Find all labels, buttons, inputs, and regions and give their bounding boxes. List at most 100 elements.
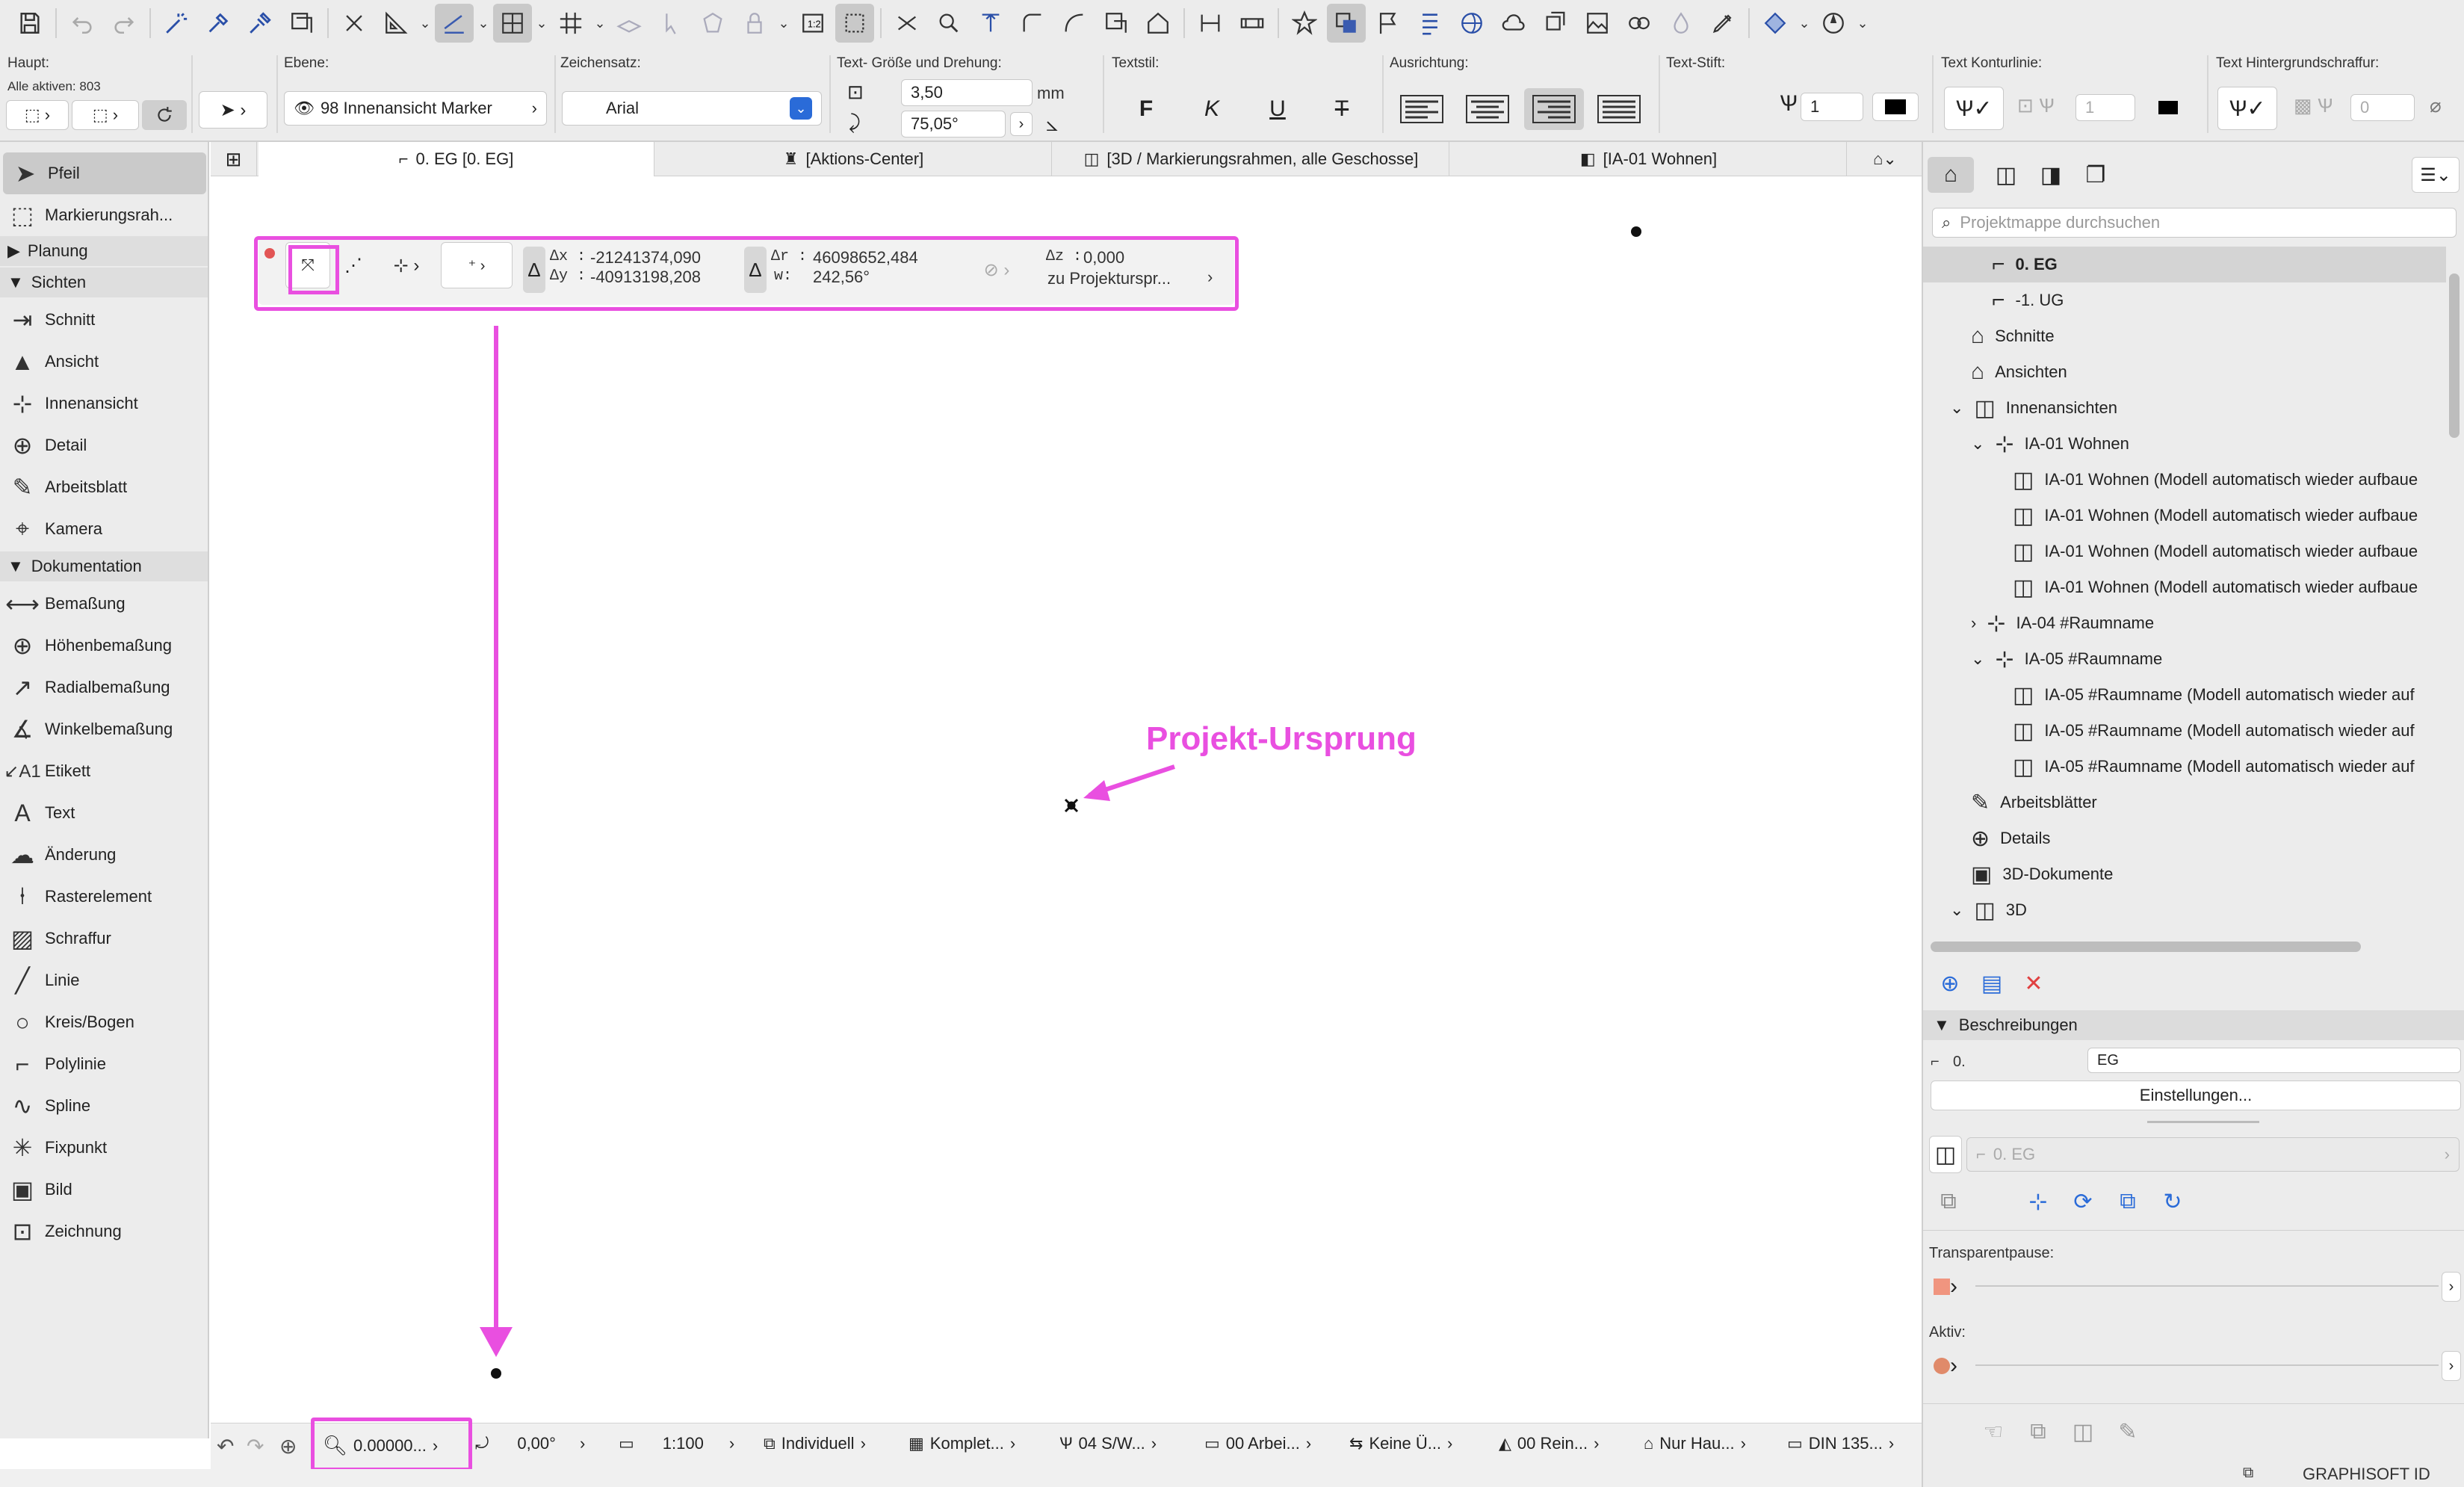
tool-bild[interactable]: ▣ Bild — [0, 1169, 208, 1211]
tab-3d[interactable]: ◫ [3D / Markierungsrahmen, alle Geschosse… — [1053, 142, 1449, 176]
offset-icon[interactable] — [971, 4, 1010, 43]
tool-pfeil[interactable]: ➤ Pfeil — [3, 152, 206, 194]
fillet-icon[interactable] — [1013, 4, 1052, 43]
tab-overview-icon[interactable]: ⊞ — [211, 142, 257, 176]
tree-item-view[interactable]: ◫ IA-05 #Raumname (Modell automatisch wie… — [2013, 749, 2415, 785]
structure-field[interactable]: ⌂ Nur Hau... › — [1644, 1434, 1746, 1453]
renovation-icon[interactable]: 1:2 — [793, 4, 832, 43]
tool-rasterelement[interactable]: ⍿ Rasterelement — [0, 876, 208, 918]
bridge-icon[interactable] — [1233, 4, 1272, 43]
tool-bemassung[interactable]: ⟷ Bemaßung — [0, 583, 208, 625]
tree-item-view[interactable]: ◫ IA-01 Wohnen (Modell automatisch wieder… — [2013, 498, 2418, 534]
save-icon[interactable] — [10, 4, 49, 43]
publisher-icon[interactable]: ❐ — [2077, 157, 2114, 193]
window-icon[interactable]: ⧉ — [2243, 1465, 2253, 1482]
curve-icon[interactable] — [1055, 4, 1094, 43]
tree-item-view[interactable]: ◫ IA-01 Wohnen (Modell automatisch wieder… — [2013, 462, 2418, 498]
tree-item-view[interactable]: ◫ IA-01 Wohnen (Modell automatisch wieder… — [2013, 569, 2418, 605]
view-option-field[interactable]: ▭ 00 Arbei... › — [1204, 1434, 1311, 1453]
layer-combo-field[interactable]: ⧉ Individuell › — [764, 1434, 866, 1453]
view-map-icon[interactable]: ◫ — [1987, 157, 2025, 193]
eyedropper-icon[interactable] — [199, 4, 238, 43]
override-field[interactable]: ⇆ Keine Ü... › — [1349, 1434, 1452, 1453]
bold-button[interactable]: F — [1124, 88, 1168, 130]
tool-radialbemassung[interactable]: ↗ Radialbemaßung — [0, 667, 208, 708]
underline-button[interactable]: U — [1255, 88, 1300, 130]
rotation-field[interactable]: 75,05° — [901, 111, 1006, 137]
contour-pen-field[interactable]: 1 — [2075, 94, 2135, 121]
scale-field[interactable]: ▭ 1:100 › — [619, 1434, 734, 1453]
globe-icon[interactable] — [1452, 4, 1491, 43]
copy-icon[interactable]: ⧉ — [2113, 1187, 2143, 1217]
text-size-field[interactable]: 3,50 — [901, 79, 1033, 106]
split-icon[interactable] — [888, 4, 926, 43]
settings-icon[interactable] — [1756, 4, 1795, 43]
tab-floor-plan[interactable]: ⌐ 0. EG [0. EG] — [259, 142, 654, 176]
font-select[interactable]: Arial ⌄ — [562, 91, 822, 126]
contour-toggle-icon[interactable]: Ѱ✓ — [1944, 87, 2004, 130]
active-color-swatch[interactable]: › — [1929, 1350, 1962, 1382]
rotation-menu-button[interactable]: › — [1010, 112, 1033, 136]
syringe-icon[interactable] — [241, 4, 279, 43]
marquee-icon[interactable] — [835, 4, 874, 43]
dimension-standard-field[interactable]: ▭ DIN 135... › — [1787, 1434, 1894, 1453]
lock-icon[interactable] — [735, 4, 774, 43]
adjust-icon[interactable] — [929, 4, 968, 43]
project-map-icon[interactable]: ⌂ — [1928, 157, 1974, 193]
stretch-icon[interactable] — [1097, 4, 1136, 43]
tool-text[interactable]: A Text — [0, 792, 208, 834]
arrow-tool-button[interactable]: ➤ › — [199, 91, 267, 129]
target-icon[interactable] — [1814, 4, 1853, 43]
strikethrough-button[interactable]: T — [1319, 88, 1364, 130]
tab-action-center[interactable]: ♜ [Aktions-Center] — [656, 142, 1052, 176]
beschreibungen-header[interactable]: ▼ Beschreibungen — [1923, 1010, 2464, 1040]
contour-color-swatch[interactable] — [2146, 94, 2191, 121]
tree-item-schnitte[interactable]: ⌂ Schnitte — [1971, 318, 2055, 354]
tree-item-view[interactable]: ◫ IA-05 #Raumname (Modell automatisch wie… — [2013, 713, 2415, 749]
transparency-menu-button[interactable]: › — [2442, 1272, 2461, 1302]
tree-scrollbar-horizontal[interactable] — [1931, 942, 2361, 952]
trace-hand-icon[interactable]: ☜ — [1978, 1417, 2008, 1447]
transparency-slider[interactable] — [1975, 1285, 2439, 1287]
pen-color-swatch[interactable] — [1872, 93, 1919, 121]
drop-icon[interactable] — [1662, 4, 1700, 43]
layers-stack-icon[interactable] — [1327, 4, 1366, 43]
tree-item-innenansichten[interactable]: ⌄ ◫ Innenansichten — [1950, 390, 2117, 426]
undo-icon[interactable] — [63, 4, 102, 43]
rotate-selection-icon[interactable] — [142, 100, 187, 130]
tool-linie[interactable]: ╱ Linie — [0, 959, 208, 1001]
sync-icon[interactable]: ⧉ — [1934, 1187, 1963, 1217]
undo-view-icon[interactable]: ↶ — [217, 1434, 234, 1459]
einstellungen-button[interactable]: Einstellungen... — [1931, 1081, 2461, 1110]
trace-compare-icon[interactable]: ⧉ — [2023, 1417, 2053, 1447]
angle-lock-icon[interactable]: ⦣ — [1046, 112, 1058, 137]
layer-select[interactable]: 👁 98 Innenansicht Marker › — [284, 91, 547, 126]
tool-detail[interactable]: ⊕ Detail — [0, 424, 208, 466]
tree-item-1-ug[interactable]: ⌐ -1. UG — [1992, 282, 2064, 318]
grid-icon[interactable] — [551, 4, 590, 43]
rotate-icon[interactable]: ⟳ — [2068, 1187, 2098, 1217]
grid-snap-icon[interactable] — [493, 4, 532, 43]
cloud-icon[interactable] — [1494, 4, 1533, 43]
snap-guide-icon[interactable] — [435, 4, 474, 43]
tree-item-view[interactable]: ◫ IA-05 #Raumname (Modell automatisch wie… — [2013, 677, 2415, 713]
list-icon[interactable] — [1411, 4, 1449, 43]
layout-icon[interactable]: ◫ — [1929, 1136, 1962, 1173]
selection-mode-button[interactable]: ⬚ › — [72, 100, 139, 130]
dimension-icon[interactable] — [1191, 4, 1230, 43]
section-dokumentation[interactable]: ▼ Dokumentation — [0, 551, 208, 581]
tree-item-ia-04[interactable]: › ⊹ IA-04 #Raumname — [1971, 605, 2154, 641]
tab-menu-button[interactable]: ⌂⌄ — [1848, 142, 1922, 176]
tree-item-arbeitsblaetter[interactable]: ✎ Arbeitsblätter — [1971, 785, 2097, 820]
align-right-icon[interactable] — [1524, 88, 1584, 130]
tool-zeichnung[interactable]: ⊡ Zeichnung — [0, 1211, 208, 1252]
active-slider[interactable] — [1975, 1364, 2439, 1366]
section-sichten[interactable]: ▼ Sichten — [0, 268, 208, 297]
desc-value-field[interactable]: EG — [2087, 1048, 2461, 1073]
image-icon[interactable] — [1578, 4, 1617, 43]
align-center-icon[interactable] — [1460, 88, 1515, 130]
tool-hoehenbemassung[interactable]: ⊕ Höhenbemaßung — [0, 625, 208, 667]
pen-field[interactable]: 1 — [1801, 93, 1863, 121]
redo-icon[interactable] — [105, 4, 143, 43]
zoom-field[interactable]: 🔍︎ 0.00000... › — [323, 1434, 438, 1457]
